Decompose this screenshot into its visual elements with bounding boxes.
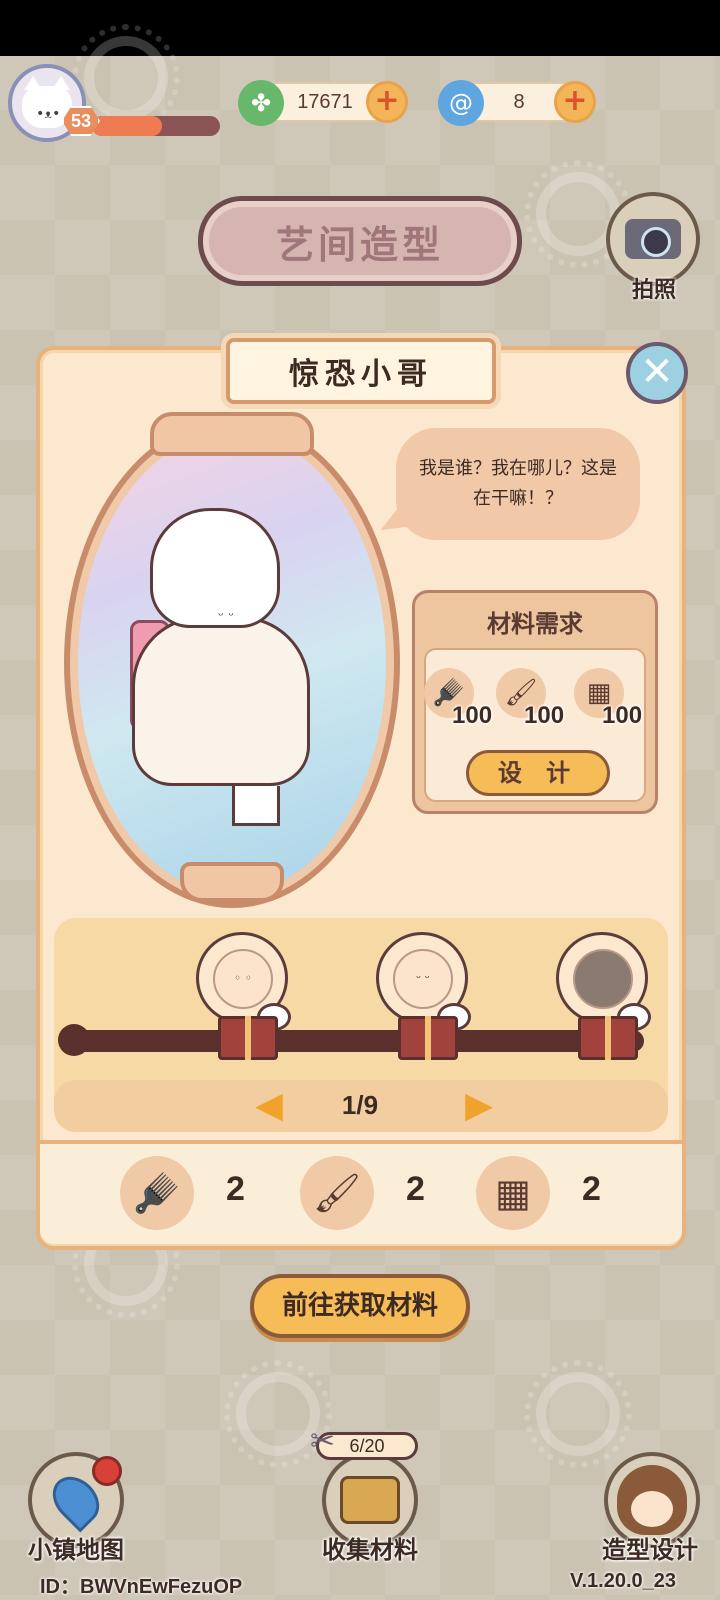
character-cape-illustration <box>132 616 310 786</box>
camera-icon <box>625 219 681 259</box>
materials-title: 材料需求 <box>487 610 583 638</box>
speech-bubble: 我是谁？我在哪儿？这是在干嘛！？ <box>396 428 640 540</box>
town-map-label: 小镇地图 <box>28 1536 124 1564</box>
xp-bar <box>92 116 220 136</box>
inventory-hair-dryer: 🪮 2 <box>120 1156 270 1232</box>
clover-icon: ✤ <box>238 80 284 126</box>
material-count: 100 <box>602 702 643 729</box>
player-id: ID：BWVnEwFezuOP <box>40 1576 243 1598</box>
reward-gift-icon[interactable] <box>578 1016 638 1060</box>
reward-gift-icon[interactable] <box>398 1016 458 1060</box>
add-clover-button[interactable]: + <box>366 81 408 123</box>
character-name: 惊恐小哥 <box>289 357 433 392</box>
clover-currency: ✤ 17671 + <box>238 80 408 126</box>
cat-face-icon: •ᴥ• <box>36 106 61 122</box>
sleeping-face-icon: ᵕ ᵕ <box>393 949 453 1009</box>
page-title-plaque: 艺间造型 <box>198 196 522 286</box>
character-name-plaque: 惊恐小哥 <box>226 338 496 404</box>
inventory-count: 2 <box>226 1170 245 1208</box>
material-hair-dryer: 🪮 100 <box>420 664 494 729</box>
inventory-count: 2 <box>582 1170 601 1208</box>
makeup-brush-icon: 🖌 <box>300 1156 374 1230</box>
material-count: 100 <box>524 702 565 729</box>
xp-bar-fill <box>92 116 163 136</box>
progress-track <box>64 1030 644 1052</box>
material-comb: ▦ 100 <box>570 664 644 729</box>
design-button[interactable]: 设 计 <box>466 750 610 796</box>
hair-dryer-icon: 🪮 <box>120 1156 194 1230</box>
mirror-bottom-ornament <box>180 862 284 902</box>
inventory-comb: ▦ 2 <box>476 1156 626 1232</box>
swirl-icon: @ <box>438 80 484 126</box>
background-sun-decoration <box>224 1360 332 1468</box>
style-design-label: 造型设计 <box>602 1536 698 1564</box>
character-legs-illustration <box>232 786 280 826</box>
comb-icon: ▦ <box>476 1156 550 1230</box>
version-label: V.1.20.0_23 <box>569 1570 676 1592</box>
stylist-avatar-icon <box>617 1465 687 1535</box>
material-makeup-brush: 🖌 100 <box>492 664 566 729</box>
reward-gift-icon[interactable] <box>218 1016 278 1060</box>
stage-2-portrait[interactable]: ᵕ ᵕ <box>376 932 471 1031</box>
close-button[interactable]: ✕ <box>626 342 688 404</box>
background-sun-decoration <box>524 1360 632 1468</box>
speech-text: 我是谁？我在哪儿？这是在干嘛！？ <box>419 458 617 509</box>
previous-arrow-icon[interactable]: ◀ <box>254 1088 284 1124</box>
styled-character-icon <box>573 949 633 1009</box>
blank-face-icon: ◦ ◦ <box>213 949 273 1009</box>
background-sun-decoration <box>72 24 180 132</box>
next-arrow-icon[interactable]: ▶ <box>464 1088 494 1124</box>
progress-knob <box>58 1024 90 1056</box>
material-count: 100 <box>452 702 493 729</box>
collect-materials-label: 收集材料 <box>322 1536 418 1564</box>
go-get-materials-button[interactable]: 前往获取材料 <box>250 1274 470 1338</box>
add-swirl-button[interactable]: + <box>554 81 596 123</box>
camera-label: 拍照 <box>631 278 676 303</box>
swirl-currency: @ 8 + <box>438 80 596 126</box>
stage-1-portrait[interactable]: ◦ ◦ <box>196 932 291 1031</box>
mirror-top-ornament <box>150 412 314 456</box>
pager-text: 1/9 <box>341 1090 379 1120</box>
page-title: 艺间造型 <box>275 222 444 267</box>
suitcase-icon <box>340 1476 400 1524</box>
inventory-makeup-brush: 🖌 2 <box>300 1156 450 1232</box>
stage-3-portrait[interactable] <box>556 932 651 1031</box>
clover-currency-value: 17671 <box>297 91 353 113</box>
swirl-currency-value: 8 <box>513 91 525 113</box>
notification-dot <box>92 1456 122 1486</box>
scissors-icon: ✂ <box>310 1424 336 1459</box>
character-face-icon: ᵕ ᵕ <box>218 608 235 624</box>
inventory-count: 2 <box>406 1170 425 1208</box>
character-hair-illustration <box>150 508 280 628</box>
